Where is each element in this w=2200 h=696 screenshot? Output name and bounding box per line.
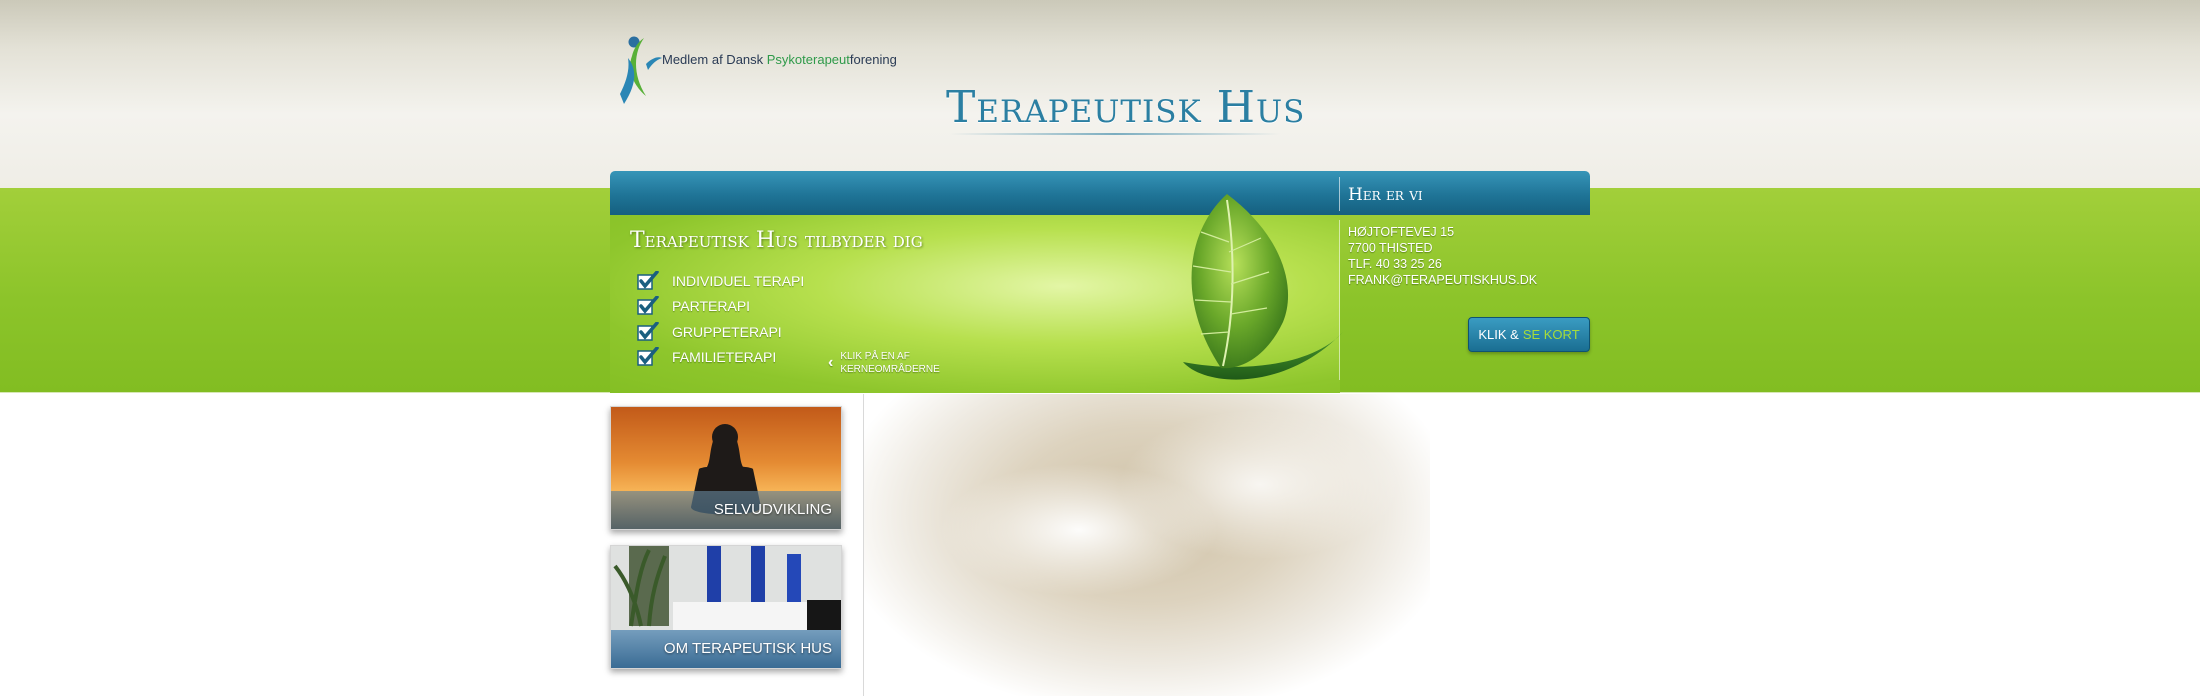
checkmark-icon: [637, 321, 659, 341]
clouds-image: [864, 394, 1430, 696]
contact-city: 7700 THISTED: [1348, 241, 1433, 255]
card-selvudvikling[interactable]: SELVUDVIKLING: [610, 406, 842, 530]
contact-info: HØJTOFTEVEJ 15 7700 THISTED TLF. 40 33 2…: [1348, 224, 1537, 288]
service-item-familieterapi[interactable]: FAMILIETERAPI: [637, 345, 804, 371]
member-text: Medlem af Dansk Psykoterapeutforening: [662, 52, 897, 67]
card-label: OM TERAPEUTISK HUS: [611, 630, 841, 668]
service-label: FAMILIETERAPI: [672, 349, 777, 366]
card-label: SELVUDVIKLING: [611, 491, 841, 529]
right-divider: [1339, 220, 1340, 380]
checkmark-icon: [637, 296, 659, 315]
contact-address: HØJTOFTEVEJ 15: [1348, 225, 1455, 239]
member-text-suffix: forening: [849, 52, 897, 67]
member-text-prefix: Medlem af Dansk: [662, 52, 767, 67]
navbar: [610, 171, 1590, 215]
map-button-accent: SE KORT: [1522, 327, 1580, 342]
service-label: GRUPPETERAPI: [672, 323, 782, 340]
click-hint-text: KLIK PÅ EN AF KERNEOMRÅDERNE: [840, 350, 990, 376]
leaf-icon: [1183, 194, 1343, 380]
map-button-prefix: KLIK &: [1478, 327, 1519, 342]
checkmark-icon: [637, 270, 659, 290]
click-hint-line2: KERNEOMRÅDERNE: [840, 364, 940, 375]
logo-figure-icon[interactable]: [616, 34, 664, 108]
chevron-left-icon: ‹: [828, 354, 834, 371]
member-text-highlight: Psykoterapeut: [766, 52, 850, 67]
service-label: PARTERAPI: [672, 298, 751, 315]
contact-phone: TLF. 40 33 25 26: [1348, 257, 1442, 271]
service-item-individuel-terapi[interactable]: INDIVIDUEL TERAPI: [637, 268, 804, 294]
content-divider: [863, 394, 864, 696]
click-hint-line1: KLIK PÅ EN AF: [840, 351, 910, 362]
checkmark-icon: [637, 347, 659, 366]
contact-email[interactable]: FRANK@TERAPEUTISKHUS.DK: [1348, 272, 1537, 288]
service-item-gruppeterapi[interactable]: GRUPPETERAPI: [637, 319, 804, 345]
service-item-parterapi[interactable]: PARTERAPI: [637, 294, 804, 320]
title-underline: [950, 133, 1280, 135]
card-om-terapeutisk-hus[interactable]: OM TERAPEUTISK HUS: [610, 545, 842, 669]
service-label: INDIVIDUEL TERAPI: [672, 272, 805, 289]
site-title[interactable]: Terapeutisk Hus: [946, 82, 1304, 133]
service-list: INDIVIDUEL TERAPI PARTERAPI GRUPPETERAPI…: [637, 268, 804, 370]
contact-title: Her er vi: [1348, 185, 1423, 205]
offer-title: Terapeutisk Hus tilbyder dig: [630, 228, 923, 253]
see-map-button[interactable]: KLIK & SE KORT: [1468, 317, 1590, 352]
click-hint: ‹ KLIK PÅ EN AF KERNEOMRÅDERNE: [828, 350, 990, 376]
